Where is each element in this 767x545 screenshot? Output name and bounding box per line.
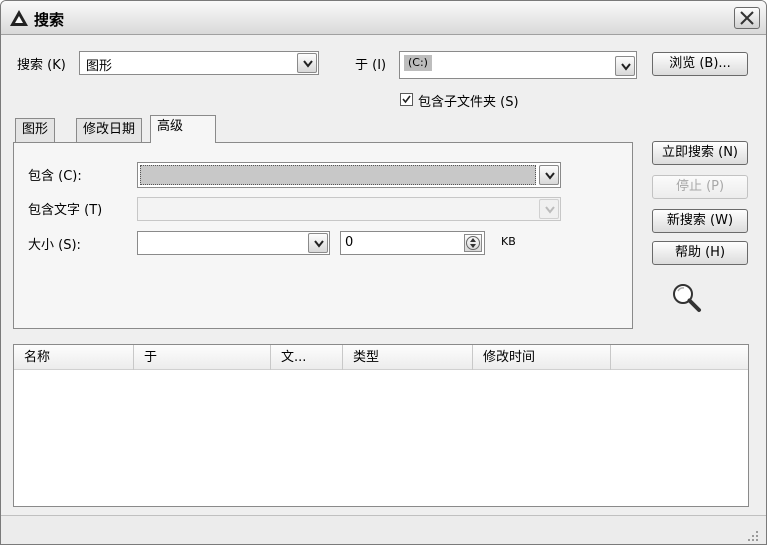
new-search-button[interactable]: 新搜索 (W) [652, 209, 748, 233]
window-title: 搜索 [34, 11, 65, 29]
chevron-down-icon [545, 206, 555, 214]
include-subfolders-checkbox[interactable] [400, 93, 413, 106]
column-header-type[interactable]: 类型 [343, 345, 473, 370]
chevron-down-icon [303, 60, 313, 68]
search-dialog: 搜索 搜索 (K) 图形 于 (I) (C:) 浏览 (B)... 包含子文件夹… [0, 0, 767, 545]
stop-button[interactable]: 停止 (P) [652, 175, 748, 199]
search-type-dropdown[interactable]: 图形 [79, 51, 319, 75]
tab-modified-date[interactable]: 修改日期 [76, 118, 143, 142]
size-unit: KB [501, 235, 516, 248]
contains-text-label: 包含文字 (T) [28, 203, 103, 218]
help-button[interactable]: 帮助 (H) [652, 241, 748, 265]
search-now-button[interactable]: 立即搜索 (N) [652, 141, 748, 165]
column-header-in-folder[interactable]: 于 [134, 345, 271, 370]
magnifier-icon [673, 284, 701, 312]
search-type-value: 图形 [86, 59, 113, 74]
browse-button[interactable]: 浏览 (B)... [652, 52, 748, 76]
include-subfolders-label: 包含子文件夹 (S) [418, 95, 519, 110]
contains-text-field[interactable] [137, 197, 561, 221]
tab-advanced[interactable]: 高级 [150, 115, 216, 143]
status-bar [1, 515, 766, 544]
search-type-label: 搜索 (K) [17, 58, 66, 73]
size-label: 大小 (S): [28, 238, 81, 253]
column-header-modified[interactable]: 修改时间 [473, 345, 611, 370]
spinner-updown-icon[interactable] [464, 234, 482, 252]
search-in-dropdown-button[interactable] [615, 56, 635, 76]
close-icon [740, 11, 754, 25]
search-in-label: 于 (I) [355, 58, 387, 73]
contains-selection-highlight [140, 165, 536, 185]
drive-value: (C:) [404, 55, 432, 71]
results-list[interactable]: 名称 于 文... 类型 修改时间 [13, 344, 749, 507]
chevron-down-icon [545, 172, 555, 180]
title-bar[interactable]: 搜索 [1, 1, 766, 35]
resize-grip-icon[interactable] [745, 528, 761, 544]
results-header: 名称 于 文... 类型 修改时间 [14, 345, 748, 370]
column-header-file-size[interactable]: 文... [271, 345, 343, 370]
chevron-down-icon [621, 63, 631, 71]
size-mode-dropdown[interactable] [137, 231, 330, 255]
search-in-dropdown[interactable]: (C:) [399, 51, 637, 79]
size-value-spinner[interactable]: 0 [340, 231, 485, 255]
size-value: 0 [345, 235, 354, 250]
spinner-arrows [466, 236, 480, 250]
autocad-a-icon [10, 10, 28, 26]
chevron-down-icon [314, 240, 324, 248]
size-mode-dropdown-button[interactable] [308, 233, 328, 253]
contains-dropdown-button[interactable] [539, 165, 559, 185]
checkmark-icon [402, 95, 411, 104]
search-type-dropdown-button[interactable] [297, 53, 317, 73]
column-header-name[interactable]: 名称 [14, 345, 134, 370]
contains-dropdown[interactable] [137, 162, 561, 188]
close-button[interactable] [734, 7, 760, 29]
contains-text-dropdown-button [539, 199, 559, 219]
advanced-tab-panel: 包含 (C): 包含文字 (T) 大小 (S): 0 KB [13, 142, 633, 329]
tab-drawing[interactable]: 图形 [15, 118, 56, 142]
contains-label: 包含 (C): [28, 169, 82, 184]
